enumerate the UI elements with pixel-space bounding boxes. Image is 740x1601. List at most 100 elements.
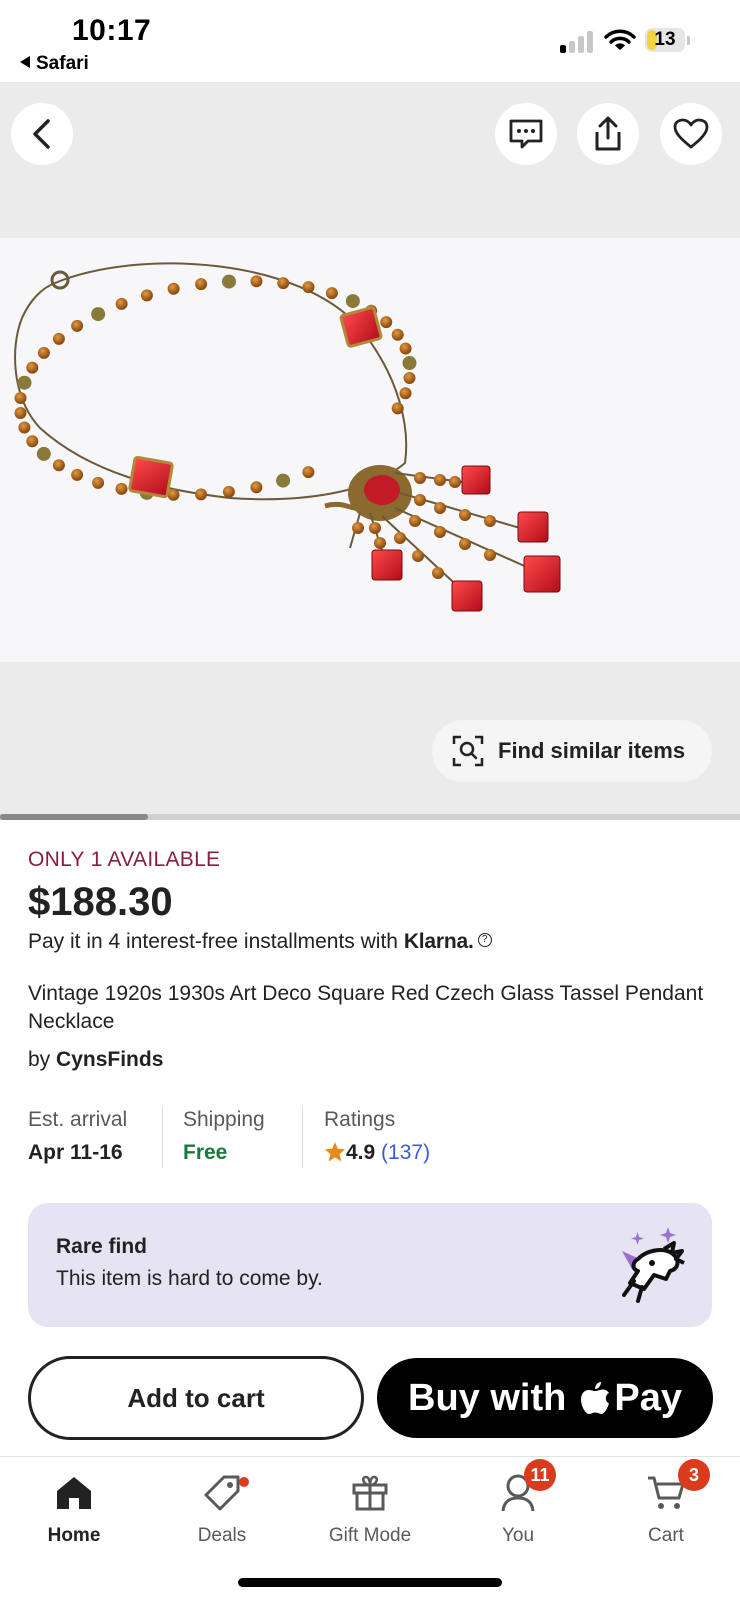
necklace-bead [391, 402, 404, 415]
battery-level: 13 [654, 29, 676, 50]
necklace-bead [115, 297, 128, 310]
seller-link[interactable]: CynsFinds [56, 1048, 163, 1071]
apple-logo-icon [581, 1382, 610, 1414]
tab-home[interactable]: Home [0, 1467, 148, 1547]
cart-count-badge: 3 [678, 1459, 710, 1491]
price: $188.30 [28, 880, 173, 924]
tab-label: Deals [197, 1525, 247, 1546]
message-seller-button[interactable] [495, 103, 557, 165]
pay-label: Pay [614, 1376, 682, 1419]
klarna-logo: Klarna. [403, 930, 474, 953]
find-similar-label: Find similar items [498, 738, 686, 763]
necklace-bead [14, 392, 27, 404]
necklace-bead [345, 294, 360, 309]
back-app-label: Safari [36, 53, 89, 74]
necklace-bead [277, 277, 290, 290]
necklace-bead [302, 281, 315, 294]
share-icon [595, 116, 621, 151]
rating-value: 4.9 [346, 1141, 376, 1164]
necklace-bead [115, 482, 128, 495]
divider [162, 1106, 163, 1168]
buy-with-apple-pay-button[interactable]: Buy with Pay [377, 1358, 713, 1438]
necklace-bead [380, 316, 393, 329]
tab-label: Cart [648, 1525, 684, 1546]
necklace-bead [399, 342, 412, 355]
gift-icon [352, 1475, 388, 1511]
tab-cart[interactable]: 3 Cart [592, 1459, 740, 1547]
necklace-bead [195, 278, 208, 291]
product-title: Vintage 1920s 1930s Art Deco Square Red … [28, 982, 704, 1033]
necklace-bead [26, 435, 39, 448]
heart-icon [673, 118, 709, 149]
rare-find-title: Rare find [56, 1235, 148, 1258]
home-icon [57, 1477, 91, 1509]
back-to-safari-link[interactable]: Safari [20, 53, 89, 75]
chevron-left-icon [33, 119, 50, 149]
necklace-bead [71, 468, 84, 481]
gallery-scroll-thumb [0, 814, 148, 820]
necklace-bead [195, 488, 207, 501]
klarna-installments[interactable]: Pay it in 4 interest-free installments w… [28, 930, 492, 954]
estimated-arrival: Est. arrival Apr 11-16 [28, 1108, 127, 1168]
share-button[interactable] [577, 103, 639, 165]
necklace-bead [52, 459, 65, 472]
add-to-cart-label: Add to cart [127, 1382, 265, 1413]
necklace-bead [167, 282, 180, 295]
necklace-bead [250, 275, 263, 288]
necklace-bead [399, 387, 412, 400]
seller-row: by CynsFinds [28, 1048, 163, 1072]
battery-icon: 13 [645, 28, 691, 54]
tab-deals[interactable]: Deals [148, 1467, 296, 1547]
favorite-button[interactable] [660, 103, 722, 165]
home-indicator [238, 1578, 502, 1587]
necklace-bead [325, 287, 338, 300]
necklace-bead [37, 346, 50, 359]
availability-label: ONLY 1 AVAILABLE [28, 848, 221, 871]
divider [302, 1106, 303, 1168]
shipping-label: Shipping [183, 1108, 265, 1131]
back-triangle-icon [20, 55, 30, 68]
find-similar-items-button[interactable]: Find similar items [432, 720, 712, 782]
tab-you[interactable]: 11 You [444, 1459, 592, 1547]
necklace-bead [222, 274, 236, 289]
tab-gift-mode[interactable]: Gift Mode [296, 1467, 444, 1547]
add-to-cart-button[interactable]: Add to cart [28, 1356, 364, 1440]
shipping-info: Shipping Free [183, 1108, 265, 1168]
deals-notification-dot [239, 1477, 249, 1487]
unicorn-icon [622, 1227, 685, 1303]
necklace-bead [14, 407, 27, 419]
rare-find-card: Rare find This item is hard to come by. [28, 1203, 712, 1327]
necklace-bead [36, 446, 51, 461]
tag-icon [204, 1475, 240, 1511]
tab-label: Gift Mode [328, 1525, 412, 1546]
necklace-bead [71, 319, 84, 332]
installments-text: Pay it in 4 interest-free installments w… [28, 930, 398, 953]
ratings-info[interactable]: Ratings 4.9 (137) [324, 1108, 430, 1168]
necklace-bead [402, 356, 417, 370]
visual-search-icon [452, 735, 484, 767]
necklace-bead [250, 481, 263, 494]
ratings-value-row: 4.9 (137) [324, 1141, 430, 1165]
necklace-image [0, 238, 740, 662]
help-icon[interactable]: ? [477, 933, 492, 948]
back-button[interactable] [11, 103, 73, 165]
tab-label: You [501, 1525, 535, 1546]
rating-count-link[interactable]: (137) [381, 1141, 430, 1164]
shipping-value: Free [183, 1141, 228, 1164]
rare-find-description: This item is hard to come by. [56, 1267, 323, 1290]
product-photo[interactable] [0, 238, 740, 662]
arrival-label: Est. arrival [28, 1108, 128, 1131]
necklace-bead [52, 332, 65, 345]
necklace-bead [18, 421, 31, 434]
wifi-icon [604, 29, 636, 50]
necklace-bead [92, 476, 105, 489]
star-icon [324, 1141, 346, 1162]
necklace-bead [17, 375, 32, 390]
status-time: 10:17 [72, 14, 152, 47]
ratings-label: Ratings [324, 1108, 396, 1131]
necklace-bead [140, 289, 153, 302]
necklace-bead [26, 361, 39, 374]
tab-label: Home [47, 1525, 101, 1546]
necklace-bead [302, 466, 315, 479]
buy-with-label: Buy with [408, 1376, 567, 1419]
